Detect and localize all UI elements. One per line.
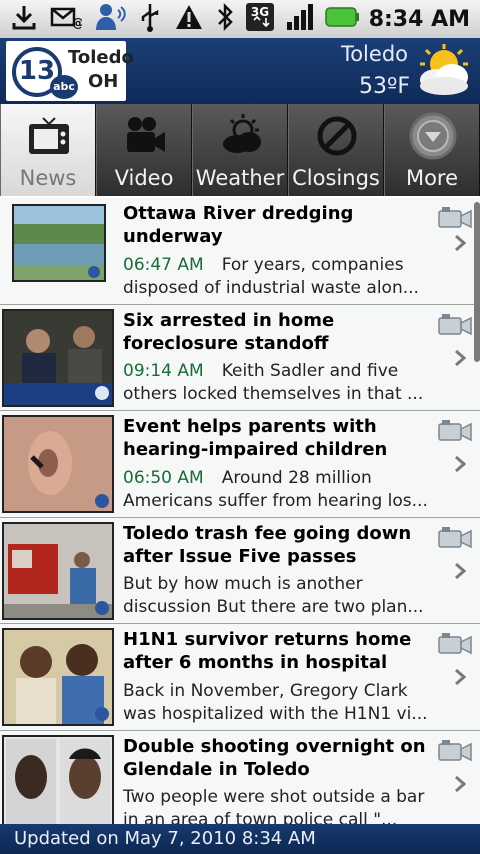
- list-scrollbar[interactable]: [474, 202, 480, 362]
- video-camera-icon: [438, 313, 472, 337]
- tab-label: Weather: [195, 166, 285, 190]
- chevron-right-icon: [454, 455, 467, 473]
- video-camera-icon: [438, 739, 472, 763]
- usb-icon: [138, 2, 162, 36]
- tab-more[interactable]: More: [384, 104, 480, 196]
- video-camera-icon: [438, 526, 472, 550]
- list-item[interactable]: Ottawa River dredging underway 06:47 AM F…: [0, 198, 480, 305]
- tv-icon: [25, 112, 73, 160]
- warning-icon: [174, 3, 204, 35]
- svg-text:@: @: [72, 16, 82, 30]
- video-camera-icon: [121, 112, 169, 160]
- story-headline: Six arrested in home foreclosure standof…: [123, 309, 335, 354]
- story-headline: Toledo trash fee going down after Issue …: [123, 522, 412, 567]
- list-item[interactable]: Toledo trash fee going down after Issue …: [0, 517, 480, 624]
- closed-icon: [313, 112, 361, 160]
- download-icon: [10, 3, 38, 35]
- tab-label: More: [405, 166, 459, 190]
- news-list[interactable]: Ottawa River dredging underway 06:47 AM F…: [0, 198, 480, 824]
- sms-email-icon: @: [50, 3, 84, 35]
- weather-city[interactable]: Toledo: [341, 42, 408, 66]
- story-summary: Back in November, Gregory Clark was hosp…: [123, 680, 428, 724]
- app-header: 13 abc Toledo OH Toledo 53ºF: [0, 38, 480, 106]
- list-item[interactable]: Event helps parents with hearing-impaire…: [0, 411, 480, 518]
- story-headline: Event helps parents with hearing-impaire…: [123, 416, 388, 460]
- chevron-right-icon: [454, 562, 467, 580]
- story-time: 06:50 AM: [123, 467, 204, 488]
- story-headline: Double shooting overnight on Glendale in…: [123, 735, 426, 780]
- more-chevron-icon: [409, 112, 457, 160]
- status-bar: @ 3G 8:34 AM: [0, 0, 480, 39]
- logo-city: Toledo: [68, 47, 134, 68]
- chevron-right-icon: [454, 234, 467, 252]
- story-thumbnail: [2, 415, 114, 513]
- partly-cloudy-icon[interactable]: [414, 44, 474, 98]
- last-updated-bar: Updated on May 7, 2010 8:34 AM: [0, 824, 480, 854]
- network-type: 3G: [251, 5, 269, 19]
- battery-icon: [324, 6, 359, 32]
- list-item[interactable]: Six arrested in home foreclosure standof…: [0, 304, 480, 411]
- weather-temperature[interactable]: 53ºF: [359, 74, 410, 99]
- tab-news[interactable]: News: [0, 104, 96, 196]
- logo-network: abc: [50, 75, 78, 99]
- clock: 8:34 AM: [368, 6, 470, 32]
- story-thumbnail: [2, 521, 114, 620]
- tab-label: Closings: [292, 166, 380, 190]
- tab-label: Video: [114, 166, 174, 190]
- story-time: 06:47 AM: [123, 254, 204, 275]
- story-summary: 06:50 AM Around 28 million Americans suff…: [123, 467, 436, 513]
- tab-label: News: [19, 166, 77, 190]
- tab-video[interactable]: Video: [96, 104, 192, 196]
- list-item[interactable]: H1N1 survivor returns home after 6 month…: [0, 624, 480, 731]
- signal-icon: [285, 2, 315, 36]
- video-camera-icon: [438, 206, 472, 230]
- tab-closings[interactable]: Closings: [288, 104, 384, 196]
- logo-state: OH: [88, 71, 119, 92]
- chevron-right-icon: [454, 349, 467, 367]
- story-headline: Ottawa River dredging underway: [123, 203, 354, 247]
- story-thumbnail: [2, 308, 114, 407]
- chevron-right-icon: [454, 775, 467, 793]
- story-time: 09:14 AM: [123, 361, 204, 381]
- video-camera-icon: [438, 632, 472, 656]
- bluetooth-icon: [215, 2, 235, 36]
- list-item[interactable]: Double shooting overnight on Glendale in…: [0, 730, 480, 824]
- weather-cloud-icon: [217, 112, 265, 160]
- tab-weather[interactable]: Weather: [192, 104, 288, 196]
- tab-bar: News Video Weather Closings More: [0, 104, 480, 196]
- video-camera-icon: [438, 419, 472, 443]
- 3g-icon: 3G: [245, 2, 275, 36]
- story-summary: Two people were shot outside a bar in an…: [123, 787, 425, 824]
- story-headline: H1N1 survivor returns home after 6 month…: [123, 629, 412, 673]
- station-logo[interactable]: 13 abc Toledo OH: [6, 41, 134, 101]
- story-summary: 06:47 AM For years, companies disposed of…: [123, 254, 436, 300]
- chevron-right-icon: [454, 668, 467, 686]
- story-thumbnail: [12, 204, 106, 282]
- contacts-icon: [94, 2, 126, 36]
- story-thumbnail: [2, 628, 114, 726]
- story-summary: 09:14 AM Keith Sadler and five others loc…: [123, 360, 436, 406]
- story-summary: But by how much is another discussion Bu…: [123, 574, 424, 617]
- story-thumbnail: [2, 734, 114, 824]
- notification-icons[interactable]: @: [10, 4, 204, 34]
